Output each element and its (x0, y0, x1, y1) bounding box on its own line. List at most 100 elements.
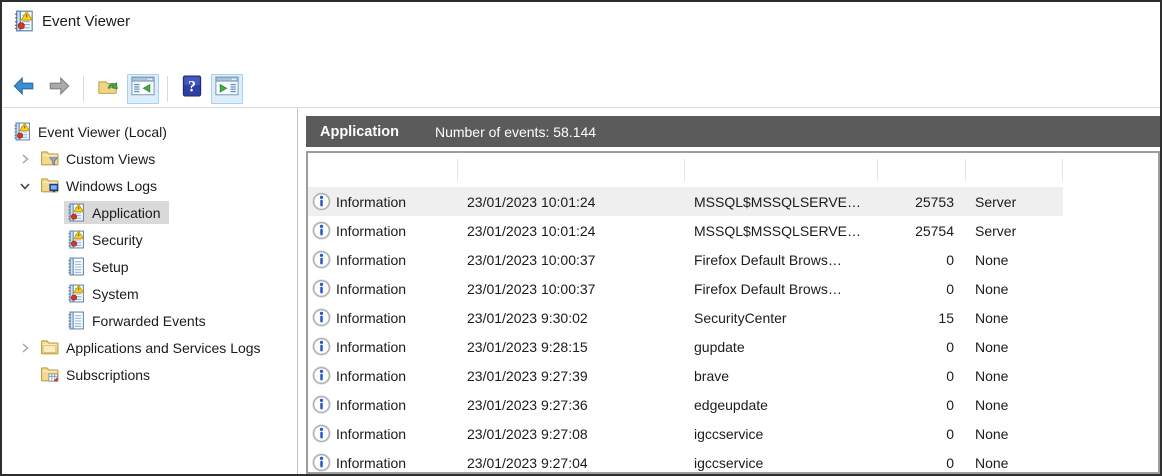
forward-button[interactable] (43, 74, 75, 104)
action-pane-toggle-button[interactable] (211, 74, 243, 104)
column-header[interactable] (685, 159, 878, 181)
console-tree-panel: Event Viewer (Local) Custom Views (2, 108, 298, 474)
event-count-label: Number of events: 58.144 (435, 124, 596, 140)
menu-bar (2, 40, 1160, 70)
event-datetime: 23/01/2023 9:27:08 (458, 426, 685, 442)
event-row[interactable]: Information 23/01/2023 10:01:24 MSSQL$MS… (308, 187, 1063, 216)
event-source: brave (685, 368, 878, 384)
event-id: 15 (878, 310, 966, 326)
event-datetime: 23/01/2023 10:01:24 (458, 194, 685, 210)
open-saved-log-button[interactable] (92, 74, 124, 104)
tree-item-setup[interactable]: Setup (2, 253, 297, 280)
event-id: 25753 (878, 194, 966, 210)
info-icon (312, 250, 331, 269)
event-id: 0 (878, 281, 966, 297)
chevron-right-icon[interactable] (12, 153, 38, 165)
column-header[interactable] (878, 159, 966, 181)
event-log-icon (66, 230, 85, 249)
event-level: Information (336, 339, 406, 355)
event-source: gupdate (685, 339, 878, 355)
event-task-category: None (966, 368, 1063, 384)
tree-item-subscriptions[interactable]: Subscriptions (2, 361, 297, 388)
event-row[interactable]: Information 23/01/2023 10:00:37 Firefox … (308, 274, 1063, 303)
folder-icon (40, 338, 59, 357)
event-source: igccservice (685, 426, 878, 442)
event-task-category: None (966, 339, 1063, 355)
tree-item-windows-logs[interactable]: Windows Logs (2, 172, 297, 199)
event-viewer-window: Event Viewer (0, 0, 1162, 476)
event-datetime: 23/01/2023 9:27:39 (458, 368, 685, 384)
info-icon (312, 308, 331, 327)
event-row[interactable]: Information 23/01/2023 9:28:15 gupdate 0… (308, 332, 1063, 361)
menu-action[interactable] (34, 51, 60, 59)
subscriptions-icon (40, 365, 59, 384)
event-rows: Information 23/01/2023 10:01:24 MSSQL$MS… (308, 187, 1158, 474)
event-row[interactable]: Information 23/01/2023 9:27:08 igccservi… (308, 419, 1063, 448)
event-viewer-icon (12, 122, 31, 141)
column-header[interactable] (966, 159, 1063, 181)
back-arrow-icon (12, 75, 36, 102)
tree-item-forwarded-events[interactable]: Forwarded Events (2, 307, 297, 334)
chevron-down-icon[interactable] (12, 180, 38, 192)
svg-text:?: ? (188, 79, 196, 96)
results-pane-header: Application Number of events: 58.144 (306, 116, 1160, 147)
event-task-category: None (966, 397, 1063, 413)
menu-view[interactable] (60, 51, 86, 59)
log-icon (66, 311, 85, 330)
tree-item-system[interactable]: System (2, 280, 297, 307)
open-saved-log-icon (96, 75, 120, 102)
chevron-right-icon[interactable] (12, 342, 38, 354)
event-id: 25754 (878, 223, 966, 239)
back-button[interactable] (8, 74, 40, 104)
event-row[interactable]: Information 23/01/2023 9:27:36 edgeupdat… (308, 390, 1063, 419)
event-task-category: None (966, 281, 1063, 297)
column-header[interactable] (458, 159, 685, 181)
help-button[interactable]: ? (176, 74, 208, 104)
event-level: Information (336, 223, 406, 239)
event-task-category: None (966, 252, 1063, 268)
event-level: Information (336, 194, 406, 210)
event-id: 0 (878, 368, 966, 384)
info-icon (312, 221, 331, 240)
console-tree-toggle-button[interactable] (127, 74, 159, 104)
menu-file[interactable] (8, 51, 34, 59)
tree-item-applications-and-services-logs[interactable]: Applications and Services Logs (2, 334, 297, 361)
window-title: Event Viewer (42, 13, 130, 30)
console-tree-icon (131, 75, 155, 102)
pane-title: Application (320, 124, 399, 140)
event-row[interactable]: Information 23/01/2023 9:27:39 brave 0 N… (308, 361, 1063, 390)
event-id: 0 (878, 397, 966, 413)
event-row[interactable]: Information 23/01/2023 9:27:04 igccservi… (308, 448, 1063, 474)
info-icon (312, 395, 331, 414)
info-icon (312, 337, 331, 356)
info-icon (312, 279, 331, 298)
event-log-icon (66, 203, 85, 222)
event-log-icon (66, 284, 85, 303)
event-id: 0 (878, 339, 966, 355)
tree-item-security[interactable]: Security (2, 226, 297, 253)
folder-computer-icon (40, 176, 59, 195)
event-id: 0 (878, 252, 966, 268)
event-level: Information (336, 397, 406, 413)
event-row[interactable]: Information 23/01/2023 10:01:24 MSSQL$MS… (308, 216, 1063, 245)
results-pane: Application Number of events: 58.144 (298, 108, 1160, 474)
info-icon (312, 366, 331, 385)
tree-item-application[interactable]: Application (2, 199, 297, 226)
menu-help[interactable] (86, 51, 112, 59)
log-icon (66, 257, 85, 276)
tree-item-event-viewer-local[interactable]: Event Viewer (Local) (2, 118, 297, 145)
event-row[interactable]: Information 23/01/2023 9:30:02 SecurityC… (308, 303, 1063, 332)
column-header-row (308, 153, 1063, 187)
event-source: Firefox Default Brows… (685, 252, 878, 268)
event-datetime: 23/01/2023 9:30:02 (458, 310, 685, 326)
event-task-category: Server (966, 194, 1063, 210)
toolbar-separator (167, 76, 168, 102)
event-row[interactable]: Information 23/01/2023 10:00:37 Firefox … (308, 245, 1063, 274)
tree-item-custom-views[interactable]: Custom Views (2, 145, 297, 172)
event-datetime: 23/01/2023 10:00:37 (458, 252, 685, 268)
event-task-category: None (966, 455, 1063, 471)
help-icon: ? (180, 75, 204, 102)
column-header[interactable] (308, 159, 458, 181)
event-level: Information (336, 310, 406, 326)
event-id: 0 (878, 426, 966, 442)
